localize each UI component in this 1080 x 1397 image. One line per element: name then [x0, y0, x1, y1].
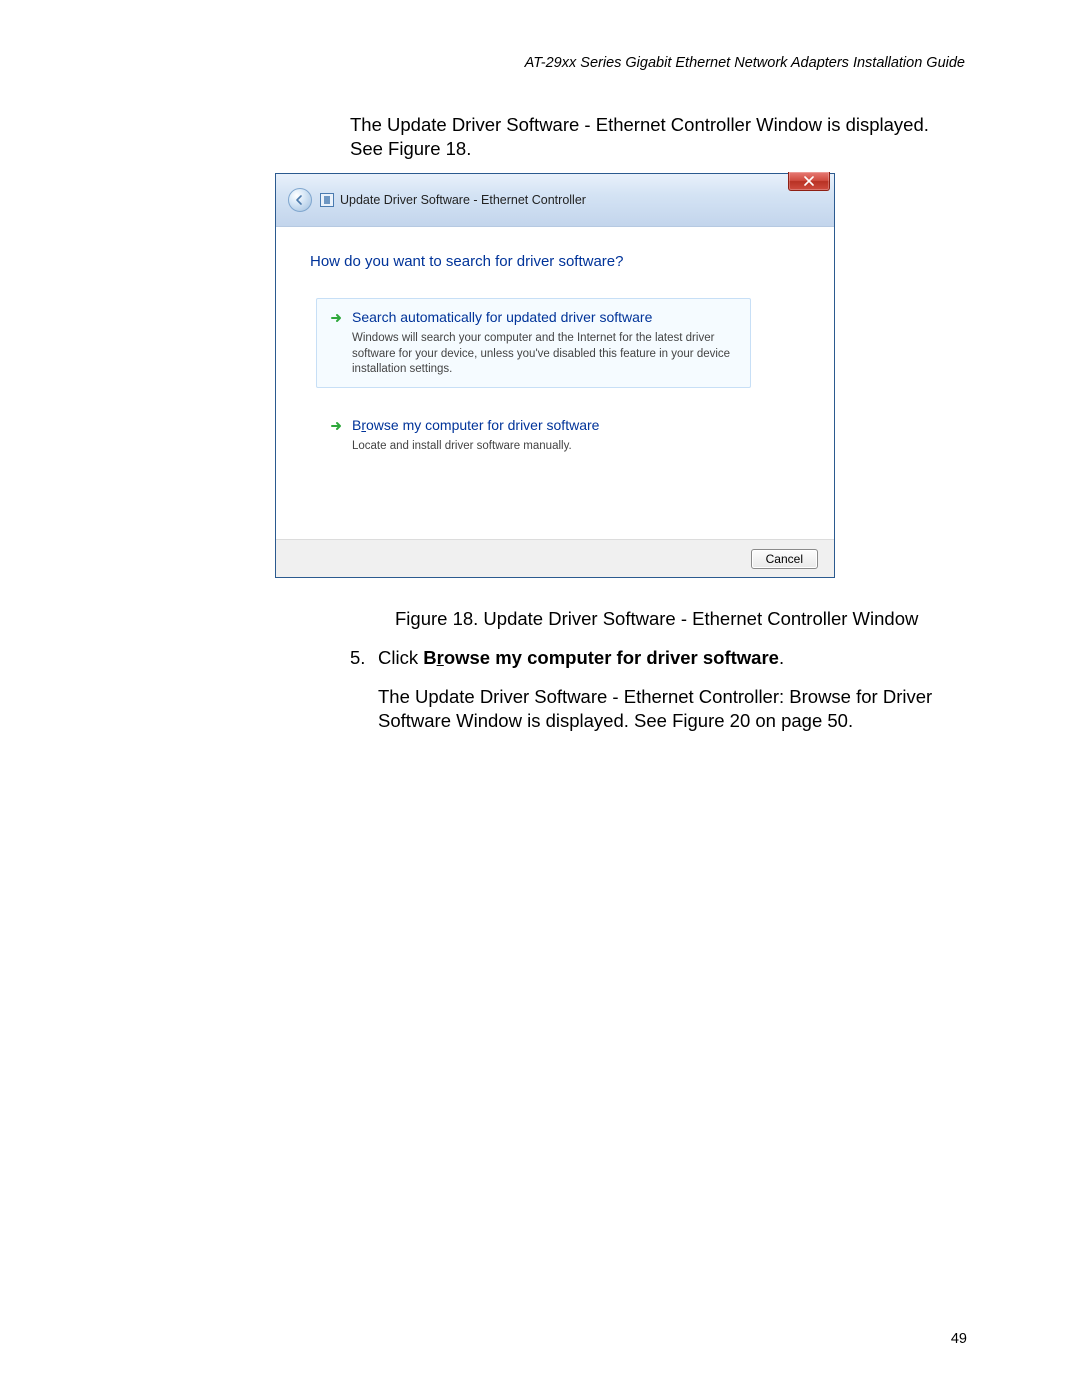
option1-title: Search automatically for updated driver … — [352, 308, 652, 326]
intro-paragraph-container: The Update Driver Software - Ethernet Co… — [350, 113, 965, 161]
option2-title: Browse my computer for driver software — [352, 416, 599, 434]
back-arrow-icon — [294, 194, 306, 206]
option-search-automatically[interactable]: Search automatically for updated driver … — [316, 298, 751, 388]
step-5: 5. Click Browse my computer for driver s… — [350, 647, 784, 669]
figure-caption: Figure 18. Update Driver Software - Ethe… — [395, 608, 918, 630]
page-number: 49 — [951, 1331, 967, 1347]
back-button[interactable] — [288, 188, 312, 212]
intro-paragraph: The Update Driver Software - Ethernet Co… — [350, 113, 965, 161]
close-icon — [804, 176, 814, 186]
dialog-footer: Cancel — [276, 539, 834, 577]
dialog-body: How do you want to search for driver sof… — [276, 227, 834, 539]
dialog-titlebar: Update Driver Software - Ethernet Contro… — [276, 174, 834, 227]
cancel-button[interactable]: Cancel — [751, 549, 818, 569]
dialog-question: How do you want to search for driver sof… — [310, 253, 800, 270]
follow-paragraph: The Update Driver Software - Ethernet Co… — [378, 685, 968, 733]
option-browse-computer[interactable]: Browse my computer for driver software L… — [316, 406, 751, 465]
dialog-title: Update Driver Software - Ethernet Contro… — [340, 193, 586, 207]
close-button[interactable] — [788, 172, 830, 191]
dialog-window: Update Driver Software - Ethernet Contro… — [275, 173, 835, 578]
step-number: 5. — [350, 647, 378, 669]
arrow-right-icon — [330, 311, 344, 330]
page-header: AT-29xx Series Gigabit Ethernet Network … — [525, 55, 965, 71]
device-icon — [320, 193, 334, 207]
option2-description: Locate and install driver software manua… — [352, 439, 737, 455]
arrow-right-icon — [330, 419, 344, 438]
step-text: Click Browse my computer for driver soft… — [378, 647, 784, 669]
option1-description: Windows will search your computer and th… — [352, 331, 737, 378]
